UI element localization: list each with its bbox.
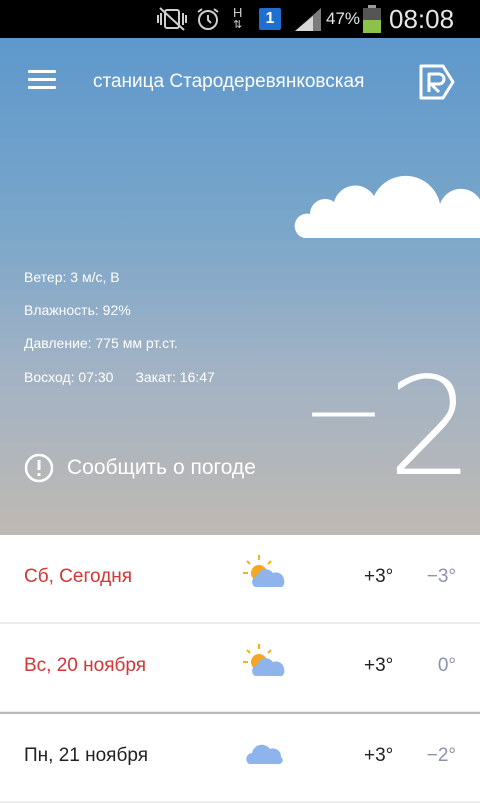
forecast-row[interactable]: Вс, 20 ноября +3° 0° — [0, 624, 480, 711]
forecast-row[interactable]: Пн, 21 ноября +3° −2° — [0, 712, 480, 801]
network-type-icon: H ⇅ — [233, 5, 243, 31]
city-title: станица Стародеревянковская — [93, 71, 365, 92]
alarm-icon — [195, 0, 221, 38]
report-weather-label: Сообщить о погоде — [67, 456, 256, 479]
current-temperature: −2 — [301, 349, 474, 507]
forecast-day: Вс, 20 ноября — [24, 655, 147, 676]
wind-info: Ветер: 3 м/с, В — [24, 269, 120, 285]
forecast-low: −3° — [426, 566, 456, 587]
forecast-row[interactable]: Сб, Сегодня +3° −3° — [0, 535, 480, 622]
forecast-day: Пн, 21 ноября — [24, 745, 148, 766]
forecast-day: Сб, Сегодня — [24, 566, 132, 587]
report-weather-button[interactable]: Сообщить о погоде — [24, 451, 256, 485]
forecast-low: 0° — [437, 655, 456, 676]
humidity-info: Влажность: 92% — [24, 302, 131, 318]
cloud-icon — [294, 175, 480, 238]
forecast-list: Сб, Сегодня +3° −3° Вс, 20 ноября +3° 0°… — [0, 535, 480, 803]
forecast-high: +3° — [364, 566, 394, 587]
sun-times: Восход: 07:30 Закат: 16:47 — [24, 369, 215, 385]
vibrate-mute-icon — [156, 0, 188, 38]
pressure-info: Давление: 775 мм рт.ст. — [24, 335, 178, 351]
battery-percent: 47% — [326, 9, 361, 28]
forecast-high: +3° — [364, 655, 394, 676]
battery-icon — [362, 0, 382, 38]
clock: 08:08 — [389, 3, 455, 34]
status-bar: H ⇅ 1 47% 08:08 — [0, 0, 480, 38]
menu-button[interactable] — [28, 68, 56, 92]
forecast-low: −2° — [426, 745, 456, 766]
sim-badge-icon: 1 — [259, 0, 281, 38]
sunset-info: Закат: 16:47 — [135, 369, 215, 385]
forecast-high: +3° — [364, 745, 394, 766]
sunrise-info: Восход: 07:30 — [24, 369, 114, 385]
location-logo-icon[interactable] — [417, 62, 457, 102]
partly-cloudy-icon — [243, 555, 285, 587]
cloud-icon — [246, 744, 283, 764]
signal-icon — [293, 0, 323, 38]
current-weather-panel: станица Стародеревянковская Ветер: 3 м/с… — [0, 38, 480, 535]
partly-cloudy-icon — [243, 644, 285, 676]
alert-circle-icon — [24, 453, 54, 483]
